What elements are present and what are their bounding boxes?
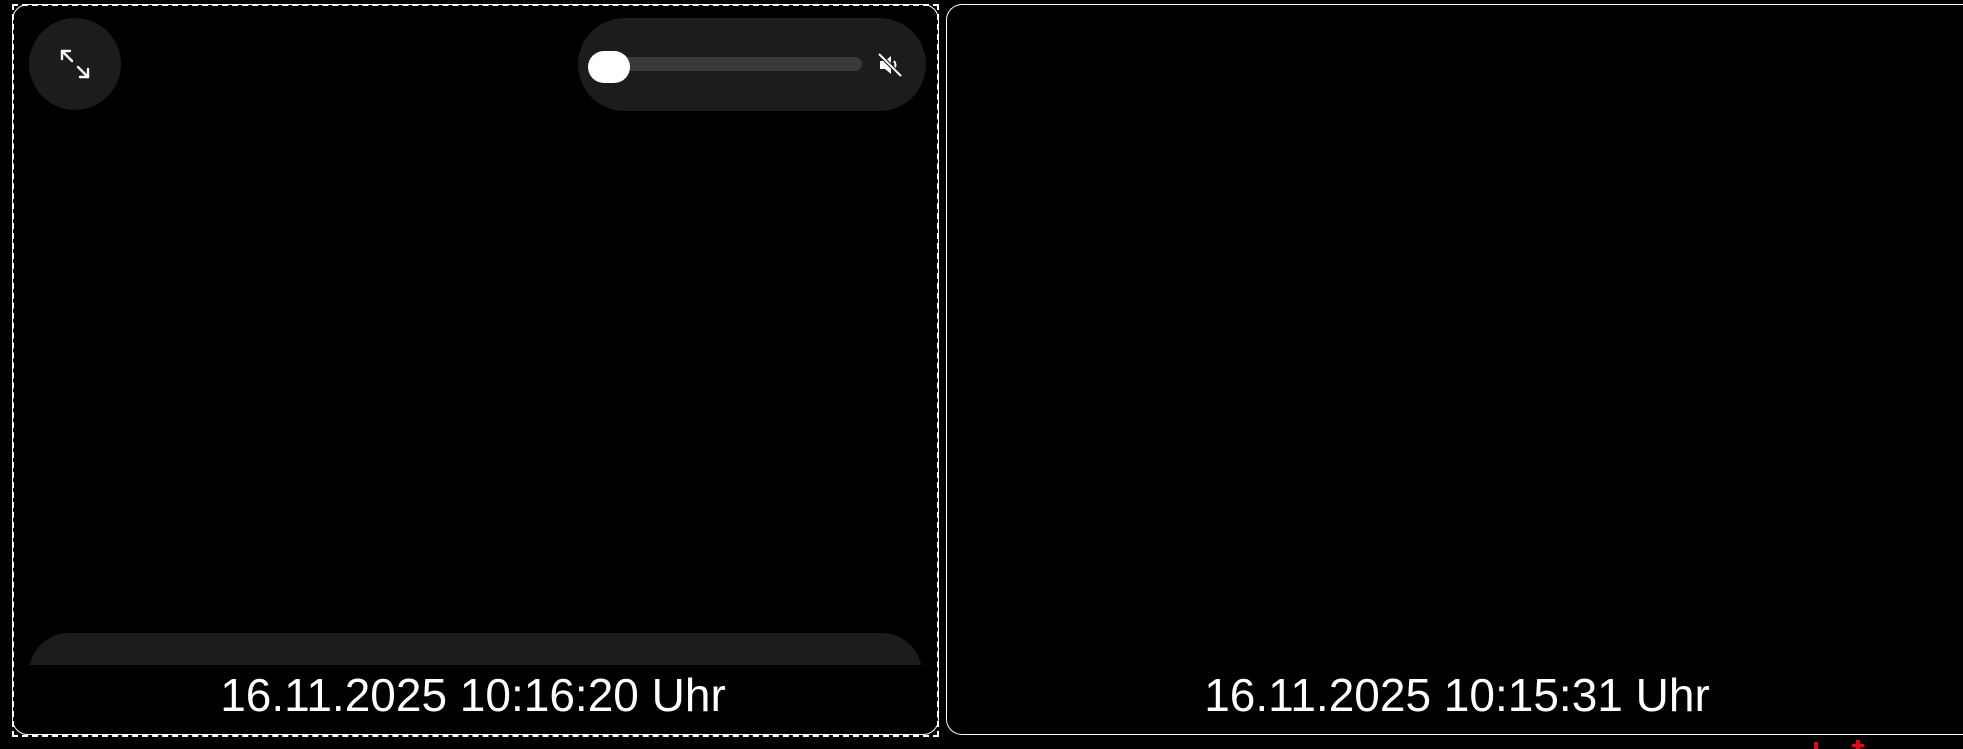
resize-handle[interactable] (935, 716, 938, 730)
mute-button[interactable] (870, 45, 910, 85)
camera-grid: 16.11.2025 10:16:20 Uhr 16.11.2025 10:15… (0, 0, 1963, 749)
expand-arrows-icon (60, 49, 90, 79)
camera-tile-1[interactable]: 16.11.2025 10:16:20 Uhr (12, 4, 939, 735)
fullscreen-button[interactable] (29, 18, 121, 110)
camera-timestamp: 16.11.2025 10:16:20 Uhr (13, 665, 933, 725)
recording-indicator-icon (1814, 740, 1864, 749)
volume-slider-track[interactable] (594, 57, 862, 71)
volume-control (578, 18, 926, 111)
camera-timestamp: 16.11.2025 10:15:31 Uhr (947, 665, 1963, 725)
speaker-muted-icon (877, 52, 903, 78)
volume-slider-thumb[interactable] (588, 51, 630, 83)
camera-tile-2[interactable]: 16.11.2025 10:15:31 Uhr (946, 4, 1963, 735)
